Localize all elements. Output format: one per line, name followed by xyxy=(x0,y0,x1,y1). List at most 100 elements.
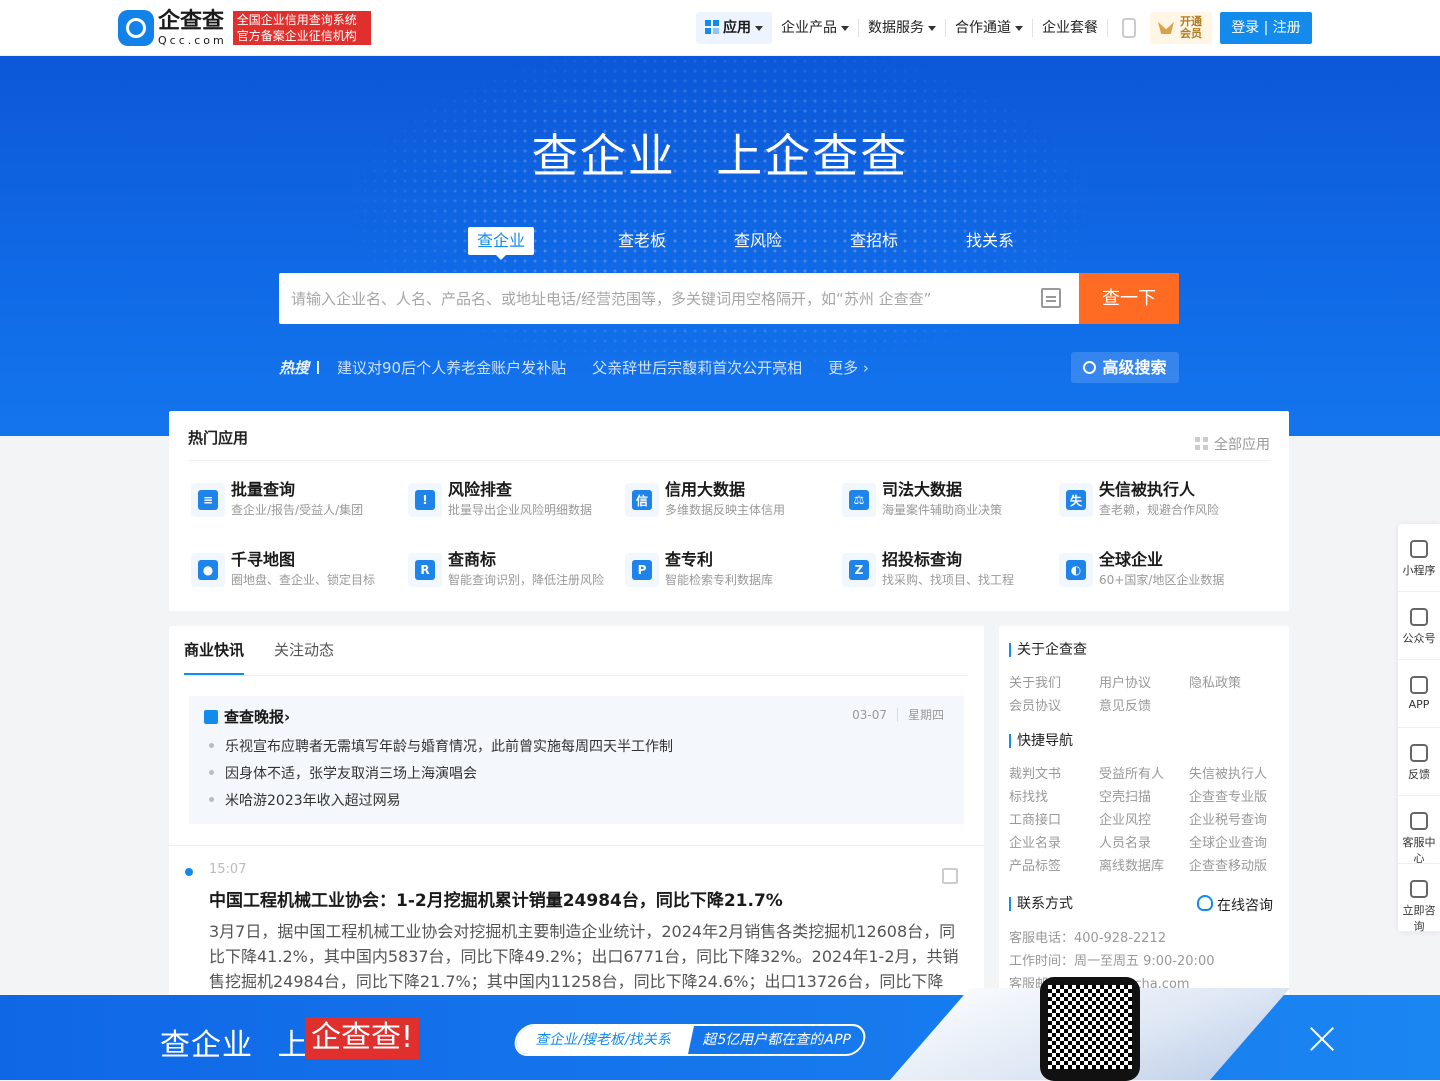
quick-nav-link[interactable]: 人员名录 xyxy=(1099,832,1151,851)
advanced-search-button[interactable]: 高级搜索 xyxy=(1071,352,1179,383)
banner-brand: 企查查! xyxy=(305,1017,420,1059)
app-desc: 圈地盘、查企业、锁定目标 xyxy=(231,573,376,587)
quick-nav-link[interactable]: 产品标签 xyxy=(1009,855,1061,874)
news-headline[interactable]: 中国工程机械工业协会：1-2月挖掘机累计销量24984台，同比下降21.7% xyxy=(209,886,969,911)
online-consult-link[interactable]: 在线咨询 xyxy=(1197,895,1273,915)
divider xyxy=(169,845,984,846)
quick-nav-link[interactable]: 空壳扫描 xyxy=(1099,786,1151,805)
app-6[interactable]: R 查商标 智能查询识别，降低注册风险 xyxy=(408,549,618,593)
login-register-button[interactable]: 登录 | 注册 xyxy=(1220,12,1312,44)
bidding-icon: Z xyxy=(842,553,876,587)
quick-nav-link[interactable]: 标找找 xyxy=(1009,786,1048,805)
chevron-right-icon: › xyxy=(862,359,869,377)
risk-warning-icon: ! xyxy=(408,483,442,517)
nav-products[interactable]: 企业产品 xyxy=(772,12,858,44)
banner-pill-left: 查企业/搜老板/找关系 xyxy=(514,1026,694,1054)
quick-nav-link[interactable]: 企业名录 xyxy=(1009,832,1061,851)
mini-program-icon xyxy=(1410,540,1428,558)
tool-1[interactable]: 公众号 xyxy=(1398,592,1440,660)
share-icon[interactable] xyxy=(942,868,958,884)
hero-search-section: 查企业 上企查查 查企业 查老板 查风险 查招标 找关系 查一下 热搜 建议对9… xyxy=(0,56,1440,436)
logo-domain: Qcc.com xyxy=(158,33,227,47)
quick-nav-title: 快捷导航 xyxy=(1009,734,1073,748)
chevron-down-icon xyxy=(1015,25,1023,31)
about-link[interactable]: 意见反馈 xyxy=(1099,695,1151,714)
brief-item[interactable]: 因身体不适，张学友取消三场上海演唱会 xyxy=(209,763,477,783)
nav-cooperation[interactable]: 合作通道 xyxy=(946,12,1032,44)
nav-packages[interactable]: 企业套餐 xyxy=(1033,12,1107,44)
crown-icon xyxy=(1158,22,1174,34)
hot-search-link[interactable]: 建议对90后个人养老金账户发补贴 xyxy=(337,357,566,378)
quick-nav-link[interactable]: 离线数据库 xyxy=(1099,855,1164,874)
evening-brief-card: 查查晚报 › 03-07 星期四 乐视宣布应聘者无需填写年龄与婚育情况，此前曾实施… xyxy=(189,696,964,824)
app-phone-icon xyxy=(1410,676,1428,694)
quick-nav-link[interactable]: 失信被执行人 xyxy=(1189,763,1267,782)
search-button[interactable]: 查一下 xyxy=(1079,273,1179,324)
tool-3[interactable]: 反馈 xyxy=(1398,728,1440,796)
logo[interactable]: 企查查 Qcc.com 全国企业信用查询系统 官方备案企业征信机构 xyxy=(118,10,371,46)
about-link[interactable]: 隐私政策 xyxy=(1189,672,1241,691)
about-link[interactable]: 用户协议 xyxy=(1099,672,1151,691)
image-search-icon[interactable] xyxy=(1041,288,1061,308)
tab-relation[interactable]: 找关系 xyxy=(932,227,1048,255)
nav-data-services[interactable]: 数据服务 xyxy=(859,12,945,44)
app-0[interactable]: ≡ 批量查询 查企业/报告/受益人/集团 xyxy=(191,479,401,523)
contact-line: 客服电话：400-928-2212 xyxy=(1009,931,1167,946)
app-5[interactable]: ● 千寻地图 圈地盘、查企业、锁定目标 xyxy=(191,549,401,593)
all-apps-label: 全部应用 xyxy=(1214,436,1270,453)
mobile-phone-icon[interactable] xyxy=(1122,18,1136,38)
brief-item[interactable]: 乐视宣布应聘者无需填写年龄与婚育情况，此前曾实施每周四天半工作制 xyxy=(209,736,673,756)
quick-nav-link[interactable]: 工商接口 xyxy=(1009,809,1061,828)
tool-5[interactable]: 立即咨询 xyxy=(1398,864,1440,933)
search-input[interactable] xyxy=(279,273,1041,324)
banner-pill: 查企业/搜老板/找关系 超5亿用户都在查的APP xyxy=(511,1024,869,1056)
tab-bidding[interactable]: 查招标 xyxy=(816,227,932,255)
icon-glyph: R xyxy=(415,560,435,580)
app-4[interactable]: 失失信被执行人 查老赖，规避合作风险 xyxy=(1059,479,1269,523)
hot-search-link[interactable]: 父亲辞世后宗馥莉首次公开亮相 xyxy=(592,357,802,378)
tool-label: 反馈 xyxy=(1408,768,1430,781)
tab-boss[interactable]: 查老板 xyxy=(584,227,700,255)
vip-button[interactable]: 开通会员 xyxy=(1150,12,1212,44)
app-desc: 批量导出企业风险明细数据 xyxy=(448,503,593,517)
tool-0[interactable]: 小程序 xyxy=(1398,524,1440,592)
all-apps-link[interactable]: 全部应用 xyxy=(1195,427,1270,460)
tab-business-news[interactable]: 商业快讯 xyxy=(184,626,245,675)
brief-title-link[interactable]: 查查晚报 › xyxy=(204,706,290,727)
tool-label: 公众号 xyxy=(1402,632,1436,645)
app-desc: 查企业/报告/受益人/集团 xyxy=(231,503,364,517)
app-1[interactable]: ! 风险排查 批量导出企业风险明细数据 xyxy=(408,479,618,523)
justice-scale-icon: ⚖ xyxy=(842,483,876,517)
about-link[interactable]: 会员协议 xyxy=(1009,695,1061,714)
app-9[interactable]: ◐ 全球企业 60+国家/地区企业数据 xyxy=(1059,549,1269,593)
nav-apps[interactable]: 应用 xyxy=(696,12,772,44)
about-link[interactable]: 关于我们 xyxy=(1009,672,1061,691)
app-7[interactable]: P 查专利 智能检索专利数据库 xyxy=(625,549,835,593)
tab-risk[interactable]: 查风险 xyxy=(700,227,816,255)
nav-products-label: 企业产品 xyxy=(781,20,837,36)
advanced-search-label: 高级搜索 xyxy=(1102,358,1167,377)
quick-nav-link[interactable]: 企查查移动版 xyxy=(1189,855,1267,874)
quick-nav-link[interactable]: 企业税号查询 xyxy=(1189,809,1267,828)
quick-nav-link[interactable]: 企业风控 xyxy=(1099,809,1151,828)
more-link[interactable]: 更多 › xyxy=(828,357,869,378)
app-8[interactable]: Z 招投标查询 找采购、找项目、找工程 xyxy=(842,549,1052,593)
app-2[interactable]: 信信用大数据 多维数据反映主体信用 xyxy=(625,479,835,523)
quick-nav-link[interactable]: 企查查专业版 xyxy=(1189,786,1267,805)
slogan-badge: 全国企业信用查询系统 官方备案企业征信机构 xyxy=(232,11,371,45)
tab-company[interactable]: 查企业 xyxy=(468,227,534,260)
tool-2[interactable]: APP xyxy=(1398,660,1440,728)
globe-icon: ◐ xyxy=(1059,553,1093,587)
close-icon[interactable] xyxy=(1308,1025,1336,1053)
tool-4[interactable]: 客服中心 xyxy=(1398,796,1440,865)
quick-nav-link[interactable]: 全球企业查询 xyxy=(1189,832,1267,851)
brief-title: 查查晚报 xyxy=(224,708,285,726)
search-icon xyxy=(1083,361,1097,374)
logo-icon xyxy=(118,10,154,46)
quick-nav-link[interactable]: 裁判文书 xyxy=(1009,763,1061,782)
quick-nav-link[interactable]: 受益所有人 xyxy=(1099,763,1164,782)
app-3[interactable]: ⚖ 司法大数据 海量案件辅助商业决策 xyxy=(842,479,1052,523)
brief-item[interactable]: 米哈游2023年收入超过网易 xyxy=(209,790,401,810)
tab-follow-updates[interactable]: 关注动态 xyxy=(274,626,334,675)
icon-glyph: ◐ xyxy=(1066,560,1086,580)
